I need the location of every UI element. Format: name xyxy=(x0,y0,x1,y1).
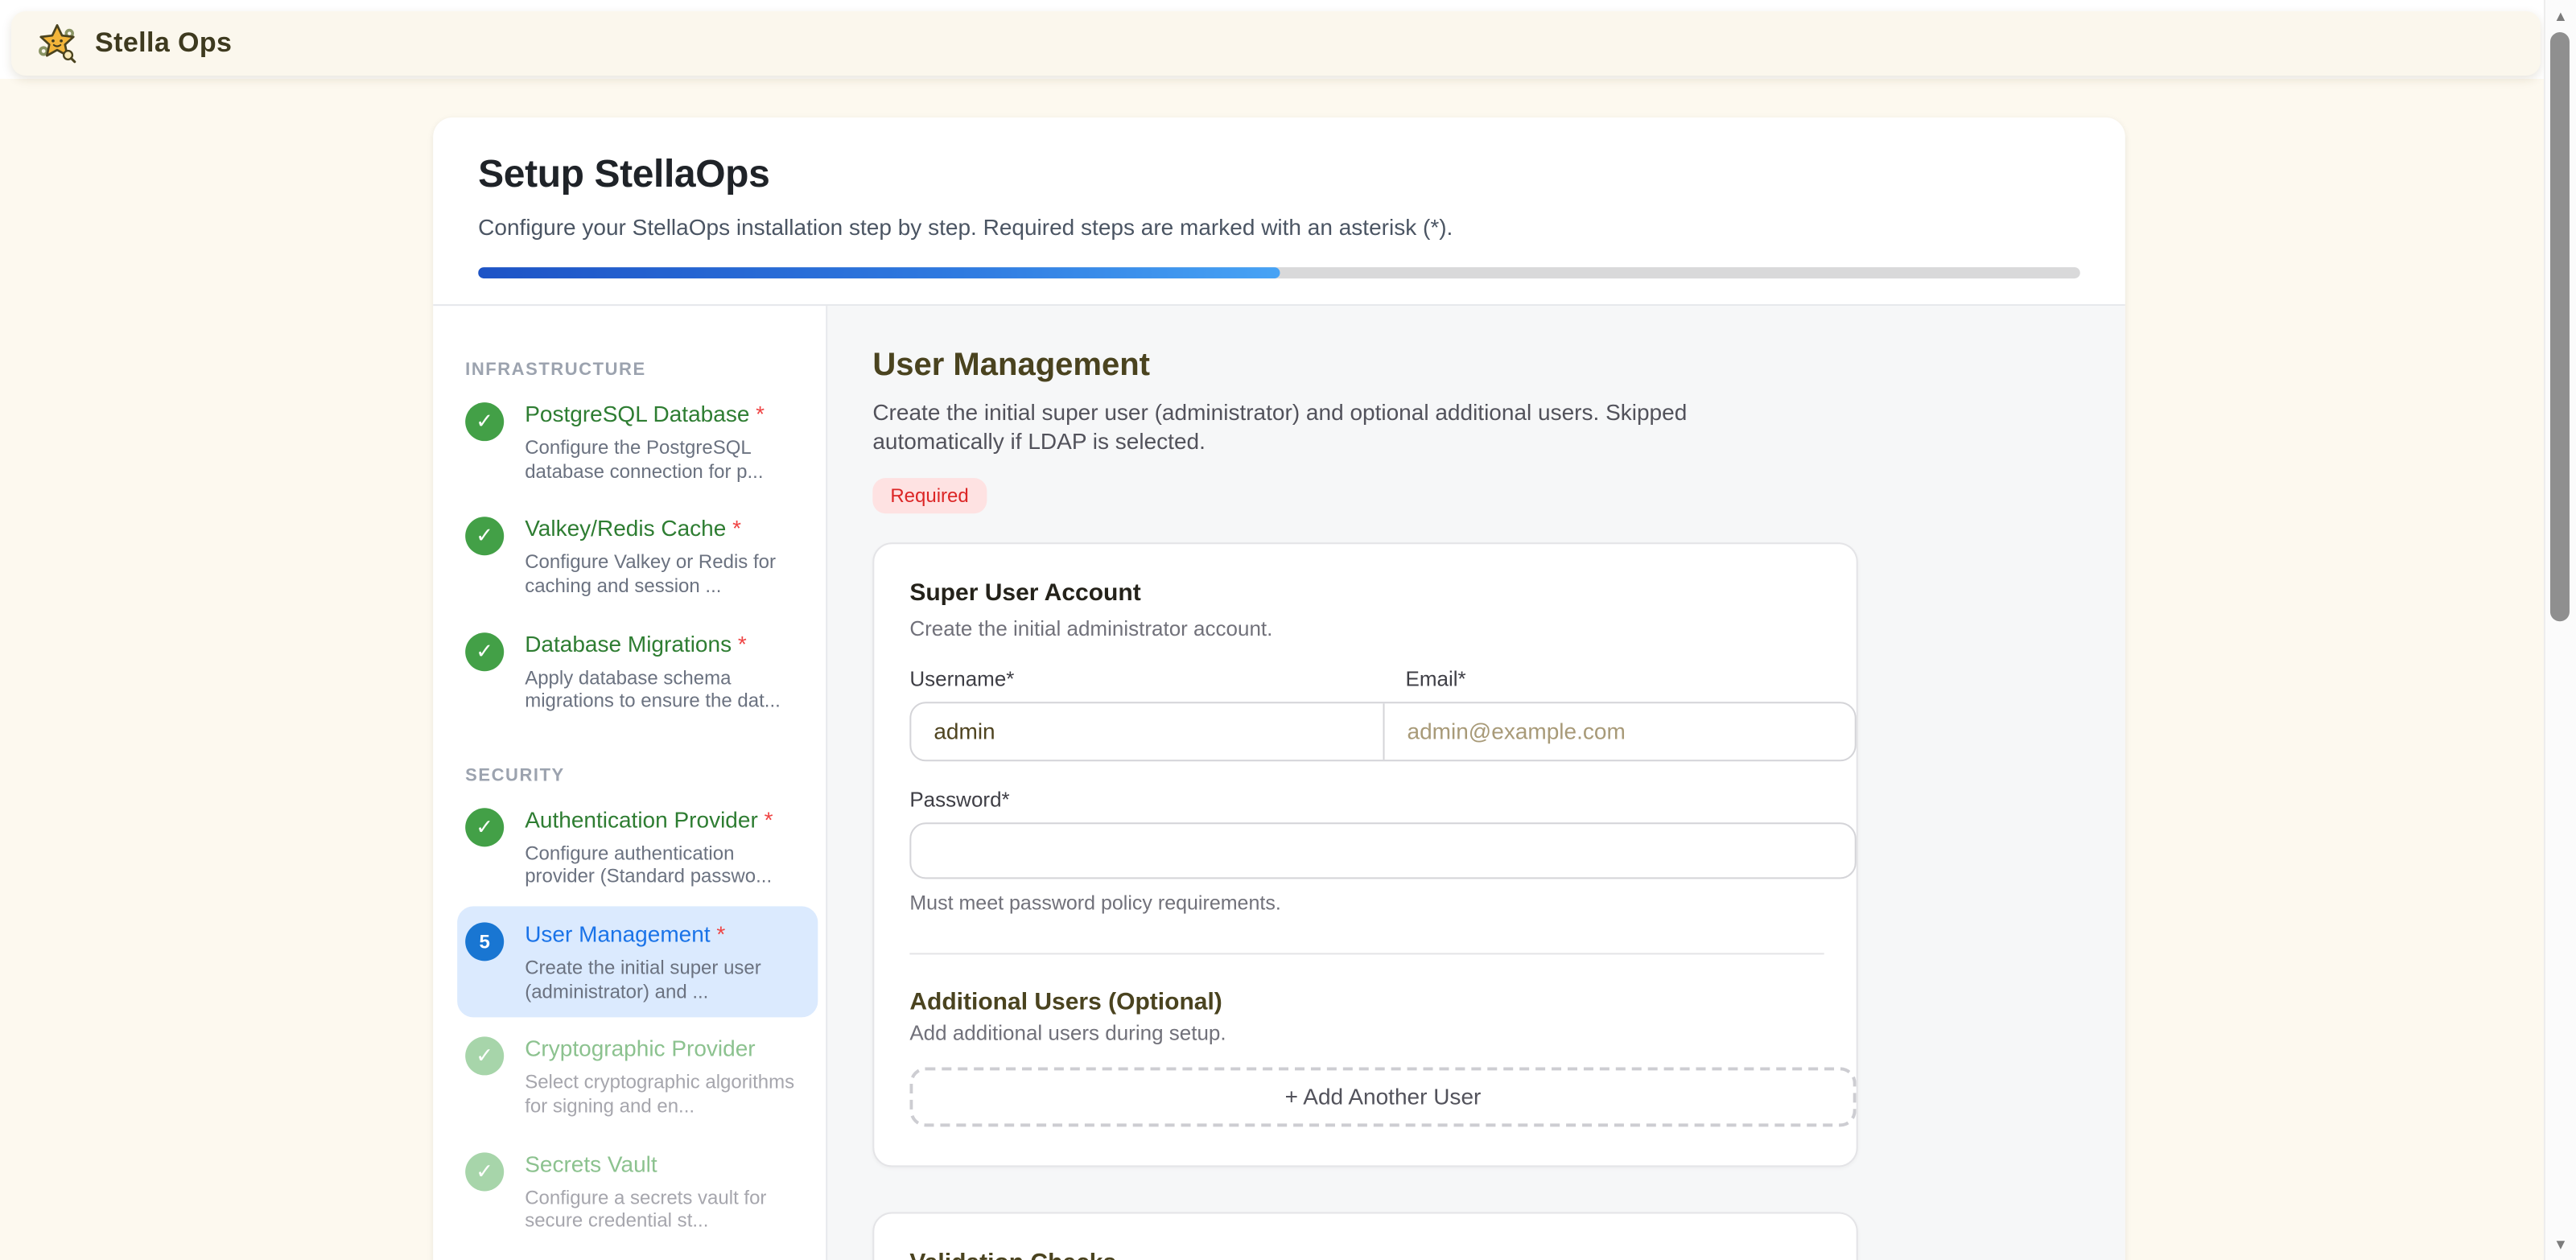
stella-ops-logo-icon xyxy=(35,22,79,65)
step-title: Valkey/Redis Cache * xyxy=(525,516,741,541)
wizard-subtitle: Configure your StellaOps installation st… xyxy=(478,214,2080,240)
required-asterisk: * xyxy=(726,516,741,541)
step-short-description: Apply database schema migrations to ensu… xyxy=(525,665,803,713)
validation-checks-card: Validation Checks -existsCheck passed xyxy=(872,1212,1857,1260)
check-icon: ✓ xyxy=(465,632,504,670)
required-asterisk: * xyxy=(749,401,765,426)
wizard-header: Setup StellaOps Configure your StellaOps… xyxy=(433,117,2125,306)
step-title: Authentication Provider * xyxy=(525,806,773,832)
setup-progress-bar xyxy=(478,267,2080,278)
scrollbar-up-arrow-icon[interactable]: ▲ xyxy=(2545,6,2576,26)
scrollbar-down-arrow-icon[interactable]: ▼ xyxy=(2545,1234,2576,1254)
additional-users-subtitle: Add additional users during setup. xyxy=(909,1020,1856,1044)
step-title: User Management xyxy=(872,348,2079,385)
password-input[interactable] xyxy=(909,822,1856,879)
step-short-description: Create the initial super user (administr… xyxy=(525,956,803,1003)
step-description: Create the initial super user (administr… xyxy=(872,397,1754,457)
step-short-description: Configure authentication provider (Stand… xyxy=(525,842,803,889)
sidebar-item-database-migrations[interactable]: ✓ Database Migrations * Apply database sch… xyxy=(457,616,818,727)
check-icon: ✓ xyxy=(465,1151,504,1190)
step-short-description: Select cryptographic algorithms for sign… xyxy=(525,1071,803,1118)
password-label: Password* xyxy=(909,787,1856,811)
scrollbar-thumb[interactable] xyxy=(2550,32,2570,621)
validation-checks-title: Validation Checks xyxy=(909,1249,1856,1260)
sidebar-item-cryptographic-provider[interactable]: ✓ Cryptographic Provider Select cryptograp… xyxy=(457,1021,818,1133)
required-asterisk: * xyxy=(758,806,773,832)
step-title: Database Migrations * xyxy=(525,630,747,656)
username-input[interactable] xyxy=(911,703,1383,760)
step-number-badge: 5 xyxy=(465,922,504,961)
add-another-user-button[interactable]: + Add Another User xyxy=(909,1067,1856,1126)
check-icon: ✓ xyxy=(465,517,504,556)
step-content-pane: User Management Create the initial super… xyxy=(827,306,2125,1260)
step-title: Cryptographic Provider xyxy=(525,1036,755,1061)
required-asterisk: * xyxy=(732,630,747,656)
sidebar-item-authentication-provider[interactable]: ✓ Authentication Provider * Configure auth… xyxy=(457,792,818,904)
step-title: Secrets Vault xyxy=(525,1150,657,1176)
username-label: Username* xyxy=(909,666,1383,690)
super-user-card: Super User Account Create the initial ad… xyxy=(872,542,1857,1167)
email-label: Email* xyxy=(1383,666,1857,690)
check-icon: ✓ xyxy=(465,1037,504,1076)
setup-wizard-card: Setup StellaOps Configure your StellaOps… xyxy=(433,117,2125,1260)
sidebar-section-label-security: SECURITY xyxy=(465,766,803,785)
step-short-description: Configure the PostgreSQL database connec… xyxy=(525,436,803,484)
step-title: User Management * xyxy=(525,920,725,946)
check-icon: ✓ xyxy=(465,808,504,846)
top-bar: Stella Ops xyxy=(11,11,2541,76)
username-email-input-group xyxy=(909,702,1856,761)
vertical-scrollbar[interactable]: ▲ ▼ xyxy=(2544,0,2576,1260)
super-user-card-subtitle: Create the initial administrator account… xyxy=(909,616,1856,640)
sidebar-section-label-infrastructure: INFRASTRUCTURE xyxy=(465,360,803,380)
step-short-description: Configure a secrets vault for secure cre… xyxy=(525,1185,803,1233)
check-icon: ✓ xyxy=(465,402,504,441)
app-viewport: Stella Ops Setup StellaOps Configure you… xyxy=(0,0,2576,1260)
section-divider xyxy=(909,953,1824,954)
email-input[interactable] xyxy=(1383,703,1855,760)
step-title: PostgreSQL Database * xyxy=(525,401,765,426)
steps-sidebar: INFRASTRUCTURE ✓ PostgreSQL Database * Conf… xyxy=(433,306,827,1260)
additional-users-title: Additional Users (Optional) xyxy=(909,988,1856,1015)
sidebar-item-user-management[interactable]: 5 User Management * Create the initial sup… xyxy=(457,906,818,1018)
step-short-description: Configure Valkey or Redis for caching an… xyxy=(525,551,803,599)
required-asterisk: * xyxy=(711,920,726,946)
sidebar-item-secrets-vault[interactable]: ✓ Secrets Vault Configure a secrets vault … xyxy=(457,1135,818,1247)
super-user-card-title: Super User Account xyxy=(909,579,1856,607)
setup-progress-fill xyxy=(478,267,1279,278)
sidebar-item-valkey-redis-cache[interactable]: ✓ Valkey/Redis Cache * Configure Valkey or… xyxy=(457,501,818,613)
brand-name: Stella Ops xyxy=(95,27,232,60)
password-help-text: Must meet password policy requirements. xyxy=(909,891,1856,914)
wizard-title: Setup StellaOps xyxy=(478,153,2080,198)
sidebar-item-postgresql-database[interactable]: ✓ PostgreSQL Database * Configure the Post… xyxy=(457,386,818,498)
required-badge: Required xyxy=(872,478,986,513)
